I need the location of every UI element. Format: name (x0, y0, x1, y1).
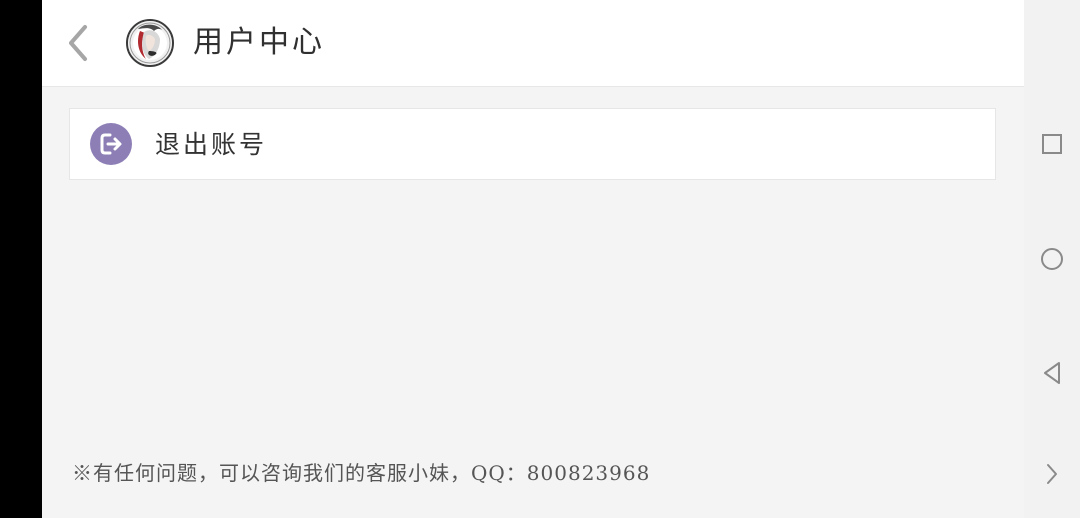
top-bar: 用户中心 (42, 0, 1024, 87)
square-icon (1042, 134, 1062, 154)
home-button[interactable] (1038, 245, 1066, 273)
logout-menu-item[interactable]: 退出账号 (69, 108, 996, 180)
chevron-left-icon (69, 25, 87, 61)
chevron-right-icon (1047, 464, 1057, 484)
recent-apps-button[interactable] (1038, 130, 1066, 158)
back-button[interactable] (62, 24, 94, 62)
system-navigation (1024, 0, 1080, 518)
user-avatar (128, 21, 172, 65)
logout-icon (90, 123, 132, 165)
avatar[interactable] (126, 19, 174, 67)
triangle-back-icon (1044, 362, 1060, 384)
help-note: ※有任何问题，可以咨询我们的客服小妹，QQ：800823968 (72, 461, 651, 485)
back-nav-button[interactable] (1038, 359, 1066, 387)
logout-label: 退出账号 (155, 130, 268, 159)
app-screen: 用户中心 退出账号 ※有任何问题，可以咨询我们的客服小妹，QQ：80082396… (42, 0, 1024, 518)
device-bezel (0, 0, 42, 518)
circle-icon (1041, 248, 1063, 270)
page-title: 用户中心 (193, 25, 325, 60)
expand-nav-button[interactable] (1038, 460, 1066, 488)
